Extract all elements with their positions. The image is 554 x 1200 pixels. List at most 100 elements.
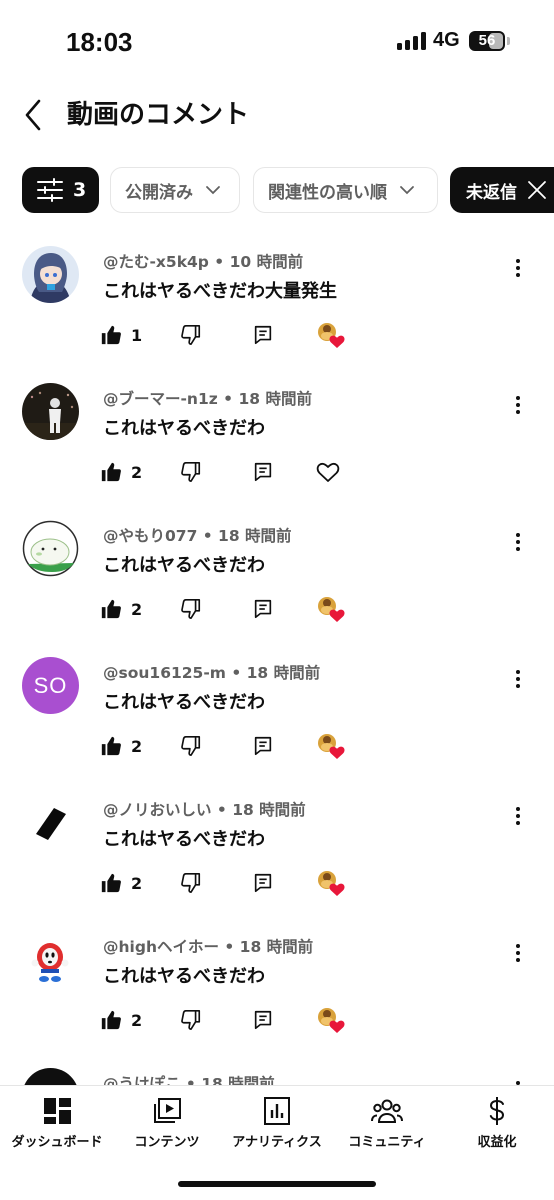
heart-button[interactable] [316, 731, 346, 761]
avatar[interactable] [22, 1068, 79, 1085]
comment-meta: @ブーマー-n1z • 18 時間前 [103, 390, 312, 408]
comment-text: これはヤるべきだわ [103, 418, 265, 439]
page-title: 動画のコメント [67, 100, 250, 130]
battery-cap [507, 37, 510, 45]
heart-button[interactable] [316, 594, 346, 624]
dislike-button[interactable] [180, 868, 202, 898]
comment-text: これはヤるべきだわ [103, 829, 265, 850]
reply-button[interactable] [252, 320, 274, 350]
status-bar: 18:03 4G 56 [0, 0, 554, 84]
comment-actions: 2 [100, 1005, 360, 1035]
more-options-button[interactable] [505, 666, 531, 692]
thumbs-up-icon [101, 736, 121, 756]
avatar[interactable] [22, 931, 79, 988]
monetization-icon [489, 1097, 505, 1125]
chevron-down-icon [400, 186, 414, 195]
sliders-icon [37, 178, 63, 202]
reply-button[interactable] [252, 731, 274, 761]
more-options-button[interactable] [505, 1077, 531, 1085]
bottom-navigation: ダッシュボード コンテンツ アナリティクス コミュニティ 収益化 [0, 1085, 554, 1200]
battery-level: 56 [478, 32, 496, 49]
comment-text: これはヤるべきだわ [103, 966, 265, 987]
dashboard-icon [44, 1098, 71, 1124]
filter-chip-label: 未返信 [466, 182, 517, 203]
like-count: 2 [131, 462, 143, 482]
comment-actions: 2 [100, 457, 360, 487]
nav-content[interactable]: コンテンツ [112, 1094, 222, 1152]
comment-item: @うけぽこ • 18 時間前 [0, 1062, 554, 1085]
avatar[interactable] [22, 794, 79, 851]
heart-button[interactable] [316, 457, 340, 487]
comment-actions: 2 [100, 868, 360, 898]
creator-heart-icon [318, 597, 345, 622]
creator-heart-icon [318, 323, 345, 348]
like-button[interactable]: 2 [100, 731, 142, 761]
creator-heart-icon [318, 871, 345, 896]
comment-item: @highヘイホー • 18 時間前 これはヤるべきだわ 2 [0, 925, 554, 1062]
heart-button[interactable] [316, 868, 346, 898]
reply-icon [254, 873, 272, 893]
dislike-button[interactable] [180, 731, 202, 761]
like-count: 2 [131, 599, 143, 619]
nav-monetization[interactable]: 収益化 [442, 1094, 552, 1152]
close-icon[interactable] [527, 180, 547, 200]
reply-button[interactable] [252, 594, 274, 624]
filter-chip-unreplied[interactable]: 未返信 [450, 167, 554, 213]
avatar[interactable] [22, 383, 79, 440]
more-options-button[interactable] [505, 255, 531, 281]
comment-list: @たむ-x5k4p • 10 時間前 これはヤるべきだわ大量発生 1 @ブーマー… [0, 240, 554, 1085]
heart-button[interactable] [316, 1005, 346, 1035]
thumbs-down-icon [181, 462, 201, 482]
comment-text: これはヤるべきだわ [103, 555, 265, 576]
like-button[interactable]: 2 [100, 457, 142, 487]
comment-item: @やもり077 • 18 時間前 これはヤるべきだわ 2 [0, 514, 554, 651]
comment-meta: @highヘイホー • 18 時間前 [103, 938, 314, 956]
thumbs-up-icon [101, 599, 121, 619]
like-button[interactable]: 1 [100, 320, 142, 350]
dislike-button[interactable] [180, 457, 202, 487]
thumbs-up-icon [101, 1010, 121, 1030]
more-options-button[interactable] [505, 392, 531, 418]
like-button[interactable]: 2 [100, 1005, 142, 1035]
filter-settings-button[interactable]: 3 [22, 167, 99, 213]
comment-actions: 2 [100, 731, 360, 761]
filter-chip-label: 関連性の高い順 [268, 182, 387, 203]
dislike-button[interactable] [180, 320, 202, 350]
dislike-button[interactable] [180, 594, 202, 624]
reply-button[interactable] [252, 1005, 274, 1035]
comment-meta: @うけぽこ • 18 時間前 [103, 1075, 275, 1085]
avatar[interactable] [22, 246, 79, 303]
dislike-button[interactable] [180, 1005, 202, 1035]
comment-item: SO @sou16125-m • 18 時間前 これはヤるべきだわ 2 [0, 651, 554, 788]
nav-dashboard[interactable]: ダッシュボード [2, 1094, 112, 1152]
more-options-button[interactable] [505, 803, 531, 829]
comment-text: これはヤるべきだわ [103, 692, 265, 713]
reply-icon [254, 1010, 272, 1030]
more-options-button[interactable] [505, 529, 531, 555]
cellular-signal-icon [397, 32, 427, 50]
header: 動画のコメント [0, 90, 554, 140]
comment-actions: 1 [100, 320, 360, 350]
thumbs-down-icon [181, 599, 201, 619]
nav-label: 収益化 [477, 1135, 517, 1150]
like-count: 1 [131, 325, 143, 345]
like-button[interactable]: 2 [100, 594, 142, 624]
like-button[interactable]: 2 [100, 868, 142, 898]
avatar[interactable] [22, 520, 79, 577]
more-options-button[interactable] [505, 940, 531, 966]
nav-community[interactable]: コミュニティ [332, 1094, 442, 1152]
reply-button[interactable] [252, 868, 274, 898]
home-indicator[interactable] [178, 1181, 376, 1187]
nav-analytics[interactable]: アナリティクス [222, 1094, 332, 1152]
filter-chip-published[interactable]: 公開済み [110, 167, 240, 213]
reply-icon [254, 325, 272, 345]
avatar[interactable]: SO [22, 657, 79, 714]
heart-button[interactable] [316, 320, 346, 350]
analytics-icon [264, 1097, 290, 1125]
filter-chip-sort[interactable]: 関連性の高い順 [253, 167, 438, 213]
back-button[interactable] [20, 96, 50, 134]
reply-button[interactable] [252, 457, 274, 487]
filter-chip-label: 公開済み [125, 182, 193, 203]
battery-icon: 56 [469, 31, 505, 51]
thumbs-up-icon [101, 325, 121, 345]
